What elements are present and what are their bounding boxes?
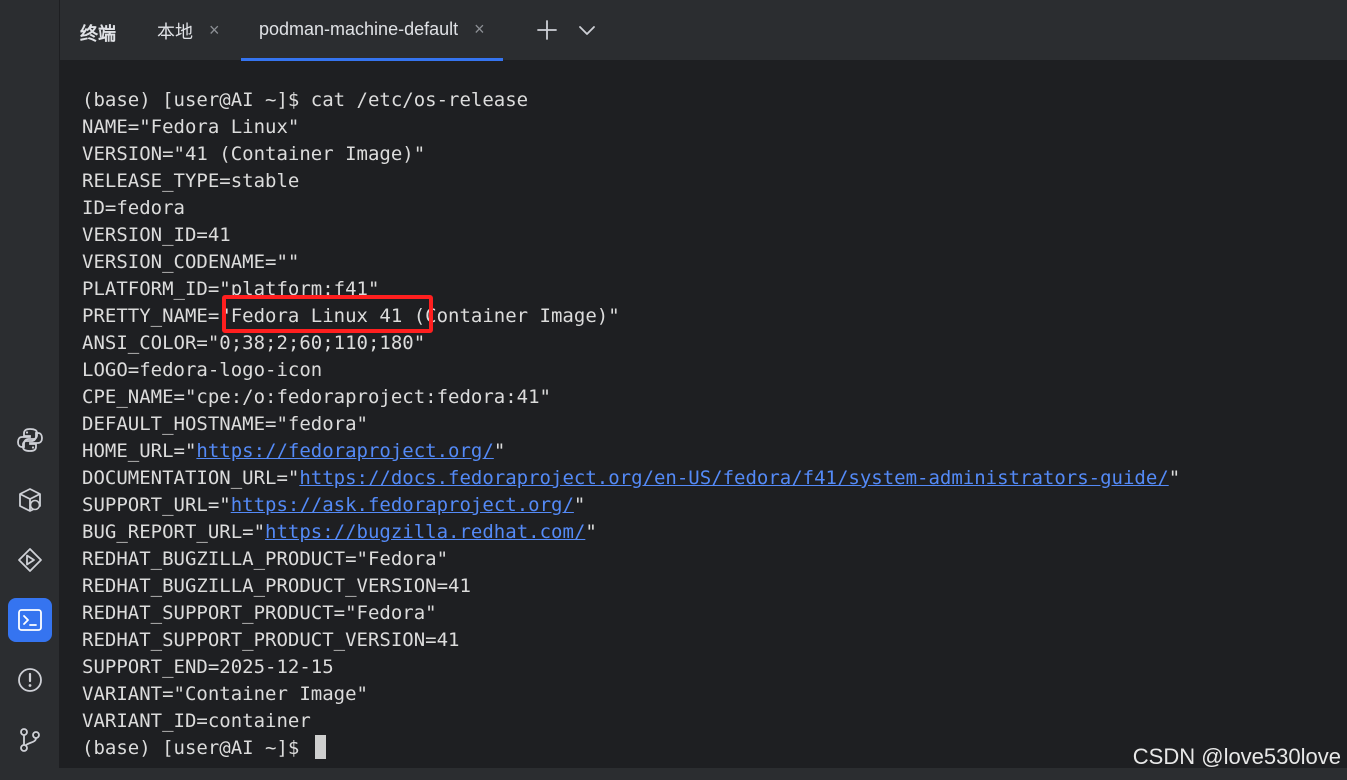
terminal-link[interactable]: https://bugzilla.redhat.com/ [265,521,585,543]
line-text: (base) [user@AI ~]$ [82,737,311,759]
terminal-line: BUG_REPORT_URL="https://bugzilla.redhat.… [82,519,1180,546]
line-text: ANSI_COLOR="0;38;2;60;110;180" [82,332,426,354]
terminal-line: REDHAT_BUGZILLA_PRODUCT_VERSION=41 [82,573,1180,600]
line-text: (base) [user@AI ~]$ cat /etc/os-release [82,89,529,111]
status-strip [0,768,1347,780]
tab-label: podman-machine-default [259,18,459,39]
terminal-icon [18,609,42,631]
plus-icon [537,20,557,40]
terminal-tab-bar: 终端 本地 × podman-machine-default × [60,0,1347,61]
terminal-button[interactable] [8,598,52,642]
python-packages-icon [19,488,41,512]
line-text: VARIANT_ID=container [82,710,311,732]
line-text: REDHAT_BUGZILLA_PRODUCT_VERSION=41 [82,575,471,597]
line-text: REDHAT_SUPPORT_PRODUCT="Fedora" [82,602,437,624]
line-text: PRETTY_NAME="Fedora Linux 41 (Container … [82,305,620,327]
terminal-link[interactable]: https://docs.fedoraproject.org/en-US/fed… [299,467,1168,489]
tab-local[interactable]: 本地 × [157,0,220,61]
line-text: " [573,494,586,516]
line-text: VARIANT="Container Image" [82,683,368,705]
terminal-line: SUPPORT_URL="https://ask.fedoraproject.o… [82,492,1180,519]
terminal-line: REDHAT_SUPPORT_PRODUCT_VERSION=41 [82,627,1180,654]
line-text: NAME="Fedora Linux" [82,116,300,138]
line-text: VERSION="41 (Container Image)" [82,143,426,165]
tab-label: 本地 [157,21,193,42]
terminal-line: VARIANT_ID=container [82,708,1180,735]
terminal-line: SUPPORT_END=2025-12-15 [82,654,1180,681]
chevron-down-icon [579,26,595,35]
problems-icon [18,668,42,692]
tool-window-title: 终端 [80,24,116,44]
line-text: " [585,521,597,543]
tab-podman-machine-default[interactable]: podman-machine-default × [241,0,503,61]
terminal-line: VERSION_ID=41 [82,222,1180,249]
python-packages-button[interactable] [8,478,52,522]
line-text: VERSION_ID=41 [82,224,231,246]
ide-window: 终端 本地 × podman-machine-default × (base) … [0,0,1347,780]
run-services-icon [18,548,42,572]
watermark: CSDN @love530love [1132,744,1341,769]
git-branch-icon [20,728,40,752]
terminal-line: PRETTY_NAME="Fedora Linux 41 (Container … [82,303,1180,330]
terminal-line: VERSION_CODENAME="" [82,249,1180,276]
line-text: PLATFORM_ID="platform:f41" [82,278,380,300]
terminal-line: (base) [user@AI ~]$ cat /etc/os-release [82,87,1180,114]
close-icon[interactable]: × [474,19,485,40]
line-text: ID=fedora [82,197,185,219]
line-text: " [1168,467,1181,489]
terminal-line: VARIANT="Container Image" [82,681,1180,708]
terminal-link[interactable]: https://fedoraproject.org/ [196,440,493,462]
tool-window-sidebar [0,0,60,780]
git-button[interactable] [8,718,52,762]
line-text: LOGO=fedora-logo-icon [82,359,323,381]
python-icon [17,428,43,452]
python-console-button[interactable] [8,418,52,462]
terminal-line: REDHAT_BUGZILLA_PRODUCT="Fedora" [82,546,1180,573]
line-text: " [493,440,506,462]
terminal-line: PLATFORM_ID="platform:f41" [82,276,1180,303]
terminal-link[interactable]: https://ask.fedoraproject.org/ [231,494,574,516]
terminal-line: HOME_URL="https://fedoraproject.org/" [82,438,1180,465]
line-text: SUPPORT_END=2025-12-15 [82,656,334,678]
terminal-line: LOGO=fedora-logo-icon [82,357,1180,384]
line-text: SUPPORT_URL=" [82,494,231,516]
tab-dropdown-button[interactable] [572,14,602,46]
terminal-line: RELEASE_TYPE=stable [82,168,1180,195]
line-text: REDHAT_SUPPORT_PRODUCT_VERSION=41 [82,629,460,651]
line-text: DEFAULT_HOSTNAME="fedora" [82,413,368,435]
services-button[interactable] [8,538,52,582]
terminal-line: CPE_NAME="cpe:/o:fedoraproject:fedora:41… [82,384,1180,411]
problems-button[interactable] [8,658,52,702]
terminal-line: DEFAULT_HOSTNAME="fedora" [82,411,1180,438]
line-text: VERSION_CODENAME="" [82,251,300,273]
line-text: HOME_URL=" [82,440,197,462]
terminal-cursor [314,735,326,759]
new-tab-button[interactable] [532,14,562,46]
close-icon[interactable]: × [209,20,220,41]
terminal-line: ANSI_COLOR="0;38;2;60;110;180" [82,330,1180,357]
line-text: CPE_NAME="cpe:/o:fedoraproject:fedora:41… [82,386,551,408]
line-text: REDHAT_BUGZILLA_PRODUCT="Fedora" [82,548,449,570]
line-text: RELEASE_TYPE=stable [82,170,300,192]
terminal-output[interactable]: (base) [user@AI ~]$ cat /etc/os-release N… [60,61,1347,768]
line-text: BUG_REPORT_URL=" [82,521,266,543]
terminal-line: ID=fedora [82,195,1180,222]
line-text: DOCUMENTATION_URL=" [82,467,300,489]
terminal-lines: (base) [user@AI ~]$ cat /etc/os-release N… [82,87,1180,762]
terminal-line: NAME="Fedora Linux" [82,114,1180,141]
terminal-line: VERSION="41 (Container Image)" [82,141,1180,168]
terminal-line: REDHAT_SUPPORT_PRODUCT="Fedora" [82,600,1180,627]
terminal-line: (base) [user@AI ~]$ [82,735,1180,762]
terminal-line: DOCUMENTATION_URL="https://docs.fedorapr… [82,465,1180,492]
